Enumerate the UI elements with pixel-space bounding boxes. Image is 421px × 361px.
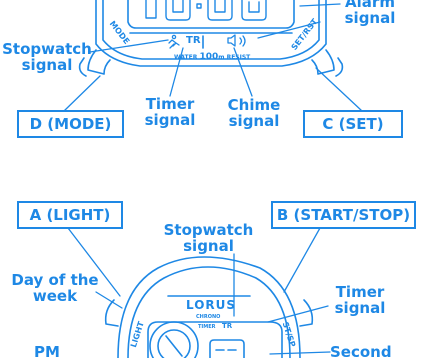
- chime-signal-line2: signal: [228, 112, 280, 130]
- bottom-stopwatch-line2: signal: [183, 237, 234, 255]
- alarm-signal-label: Alarm signal: [340, 0, 400, 26]
- brand-logo-text: LORUS: [186, 298, 237, 312]
- timer-signal-line1: Timer: [145, 95, 195, 113]
- top-lcd-digits: [145, 0, 267, 21]
- timer-face-text: TIMER: [198, 324, 216, 330]
- bottom-timer-signal-label: Timer signal: [330, 284, 390, 316]
- day-of-week-label: Day of the week: [10, 272, 100, 304]
- top-stopwatch-line1: Stopwatch: [2, 40, 92, 58]
- tr-face-text: TR: [222, 322, 233, 330]
- alarm-signal-line2: signal: [344, 9, 396, 27]
- timer-signal-line2: signal: [144, 111, 196, 129]
- top-tr-indicator: TR: [186, 35, 201, 46]
- timer-signal-label: Timer signal: [140, 96, 200, 128]
- water-resist-text: WATER 100m RESIST: [174, 52, 250, 62]
- c-set-button-label: C (SET): [303, 110, 403, 138]
- bottom-stopwatch-line1: Stopwatch: [163, 221, 254, 239]
- day-of-week-line2: week: [32, 287, 78, 305]
- water-resist-suffix: m RESIST: [218, 54, 251, 61]
- chime-signal-line1: Chime: [227, 96, 281, 114]
- chrono-face-text: CHRONO: [196, 314, 221, 320]
- chime-signal-label: Chime signal: [224, 97, 284, 129]
- day-of-week-line1: Day of the: [11, 271, 99, 289]
- d-mode-button-label: D (MODE): [17, 110, 124, 138]
- bottom-timer-line2: signal: [334, 299, 386, 317]
- top-stopwatch-signal-label: Stopwatch signal: [2, 41, 92, 73]
- bottom-stopwatch-signal-label: Stopwatch signal: [161, 222, 256, 254]
- top-indicator-icons: [168, 34, 246, 49]
- water-resist-number: 100: [199, 52, 219, 62]
- bottom-timer-line1: Timer: [335, 283, 385, 301]
- top-stopwatch-line2: signal: [21, 56, 73, 74]
- a-light-button-label: A (LIGHT): [17, 201, 123, 229]
- water-resist-prefix: WATER: [174, 54, 198, 61]
- b-start-stop-button-label: B (START/STOP): [271, 201, 416, 229]
